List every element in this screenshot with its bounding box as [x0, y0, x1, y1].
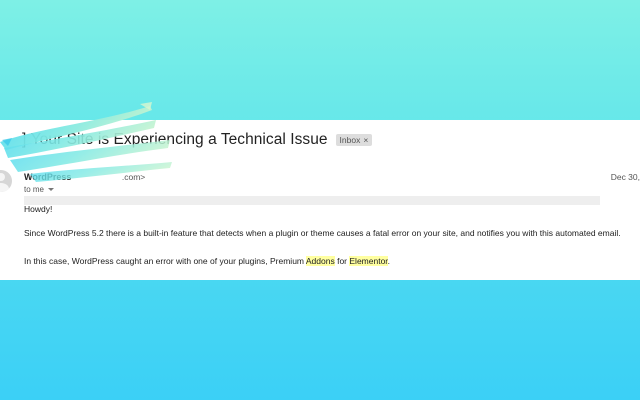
recipient-text: to me — [24, 185, 45, 194]
email-view: ] Your Site is Experiencing a Technical … — [0, 120, 640, 280]
remove-label-icon[interactable]: × — [363, 135, 368, 145]
subject-row: ] Your Site is Experiencing a Technical … — [22, 131, 373, 149]
highlighted-term-elementor: Elementor — [349, 256, 388, 266]
paragraph-2-text-middle: for — [334, 256, 350, 266]
chevron-down-icon[interactable] — [48, 188, 55, 191]
recipient-row[interactable]: to me — [24, 185, 55, 194]
person-icon-body — [0, 183, 9, 192]
sender-avatar[interactable] — [0, 170, 12, 192]
highlighted-term-addons: Addons — [305, 256, 335, 266]
inbox-label-text: Inbox — [339, 135, 361, 145]
redacted-band — [24, 196, 600, 205]
email-subject: Your Site is Experiencing a Technical Is… — [30, 131, 328, 148]
email-date: Dec 30, — [610, 172, 640, 182]
paragraph-2-text: In this case, WordPress caught an error … — [24, 256, 306, 266]
email-paragraph-2: In this case, WordPress caught an error … — [24, 256, 390, 266]
inbox-label-chip[interactable]: Inbox × — [335, 134, 373, 146]
sender-email: .com> — [121, 172, 146, 182]
email-greeting: Howdy! — [24, 204, 53, 214]
sender-name[interactable]: WordPress — [24, 172, 71, 182]
sender-row: WordPress .com> — [24, 172, 145, 182]
paragraph-2-text-end: . — [387, 256, 391, 266]
email-paragraph-1: Since WordPress 5.2 there is a built-in … — [24, 228, 621, 238]
person-icon-head — [0, 173, 5, 181]
